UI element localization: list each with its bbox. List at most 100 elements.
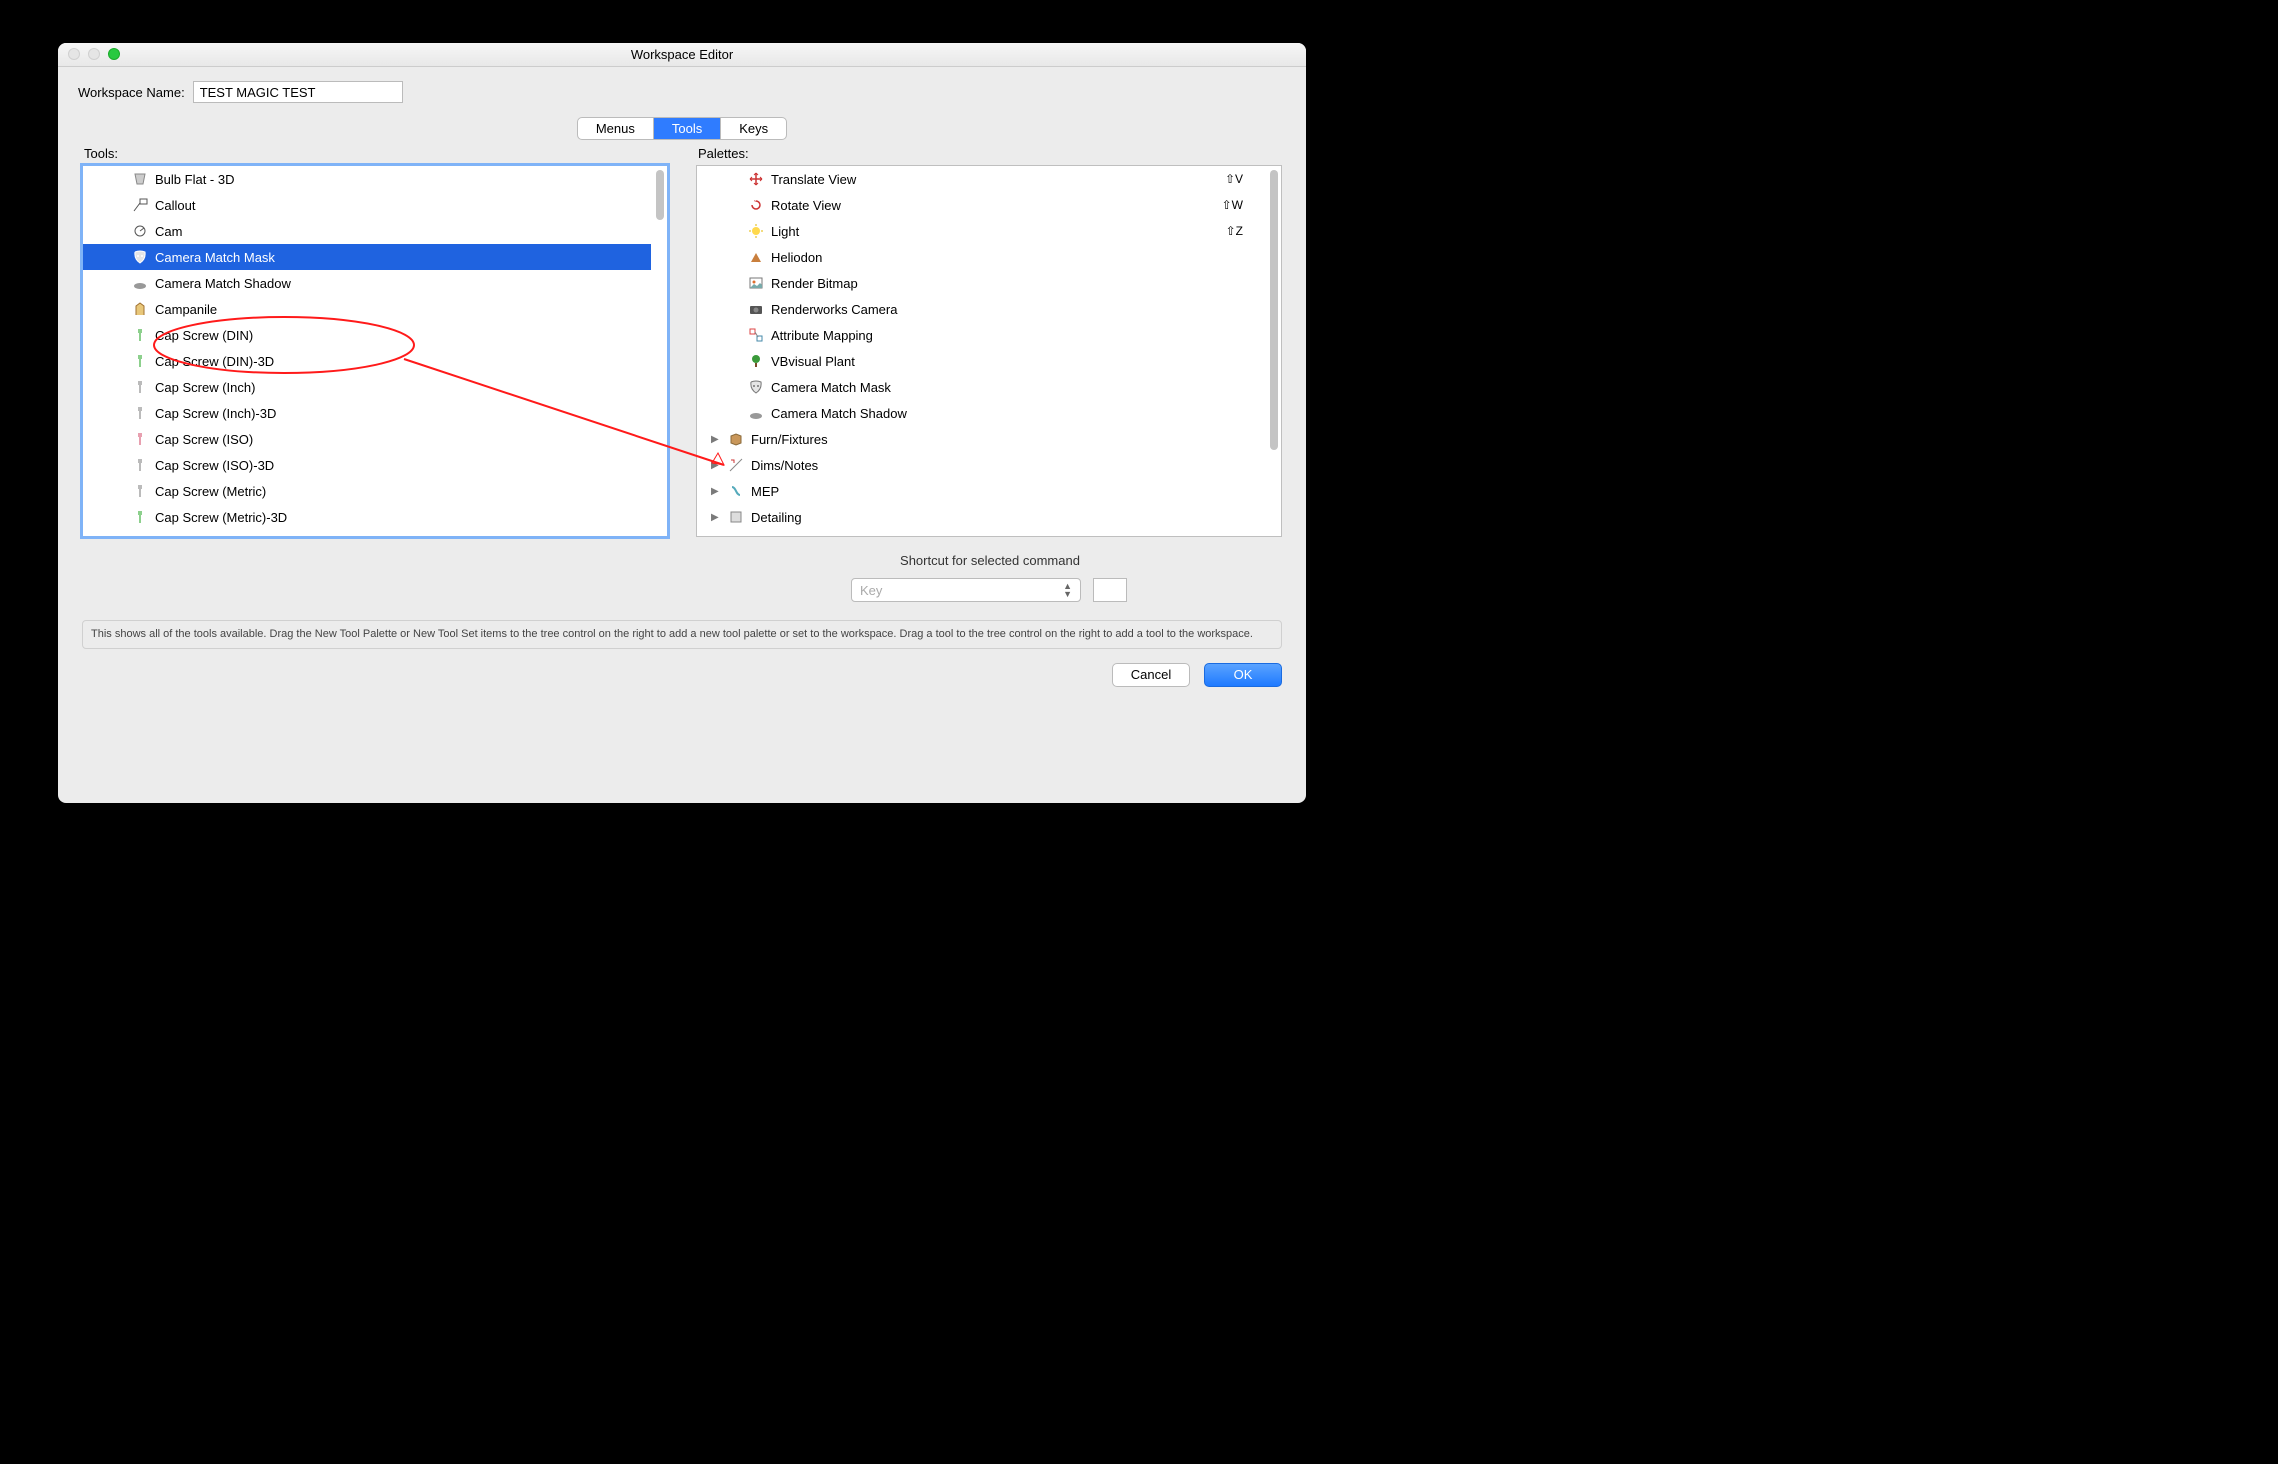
palettes-list[interactable]: Translate View⇧V Rotate View ⇧W Light⇧ZHeli… [696,165,1282,537]
light-icon [747,222,765,240]
disclosure-triangle-icon[interactable]: ▶ [711,486,723,497]
tools-item-label: Cap Screw (Metric) [155,484,266,499]
cancel-button[interactable]: Cancel [1112,663,1190,687]
tools-item-label: Cap Screw (DIN)-3D [155,354,274,369]
tools-item[interactable]: Cap Screw (ISO) [83,426,651,452]
detail-icon [727,508,745,526]
tools-item[interactable]: Callout [83,192,651,218]
workspace-name-input[interactable] [193,81,403,103]
palettes-item[interactable]: ▶ Furn/Fixtures [697,426,1265,452]
tools-item[interactable]: Bulb Flat - 3D [83,166,651,192]
tab-tools[interactable]: Tools [654,118,721,139]
palettes-item[interactable]: ▶ Dims/Notes [697,452,1265,478]
shortcut-key-select[interactable]: Key ▲▼ [851,578,1081,602]
tools-item-label: Cap Screw (Inch)-3D [155,406,276,421]
rotate-icon [747,196,765,214]
tools-scrollbar[interactable] [656,170,664,220]
palettes-item-label: VBvisual Plant [771,354,855,369]
box-icon [727,430,745,448]
plant-icon [747,352,765,370]
palettes-label: Palettes: [698,146,1282,161]
attrmap-icon [747,326,765,344]
callout-icon [131,196,149,214]
palettes-item[interactable]: Attribute Mapping [697,322,1265,348]
tools-item-label: Cap Screw (ISO)-3D [155,458,274,473]
tools-item[interactable]: Cap Screw (DIN) [83,322,651,348]
tools-item[interactable]: Campanile [83,296,651,322]
palettes-scrollbar[interactable] [1270,170,1278,450]
palettes-item[interactable]: ▶Detailing [697,504,1265,530]
shortcut-label: Shortcut for selected command [698,553,1282,568]
minimize-window-button[interactable] [88,48,100,60]
screw-p-icon [131,430,149,448]
palettes-item[interactable]: VBvisual Plant [697,348,1265,374]
palettes-item[interactable]: Light⇧Z [697,218,1265,244]
palettes-item-label: Translate View [771,172,856,187]
workspace-editor-window: Workspace Editor Workspace Name: Menus T… [58,43,1306,803]
screw-icon [131,456,149,474]
screw-icon [131,404,149,422]
zoom-window-button[interactable] [108,48,120,60]
shadow-icon [747,404,765,422]
bulb-icon [131,170,149,188]
tools-item[interactable]: Cam [83,218,651,244]
palettes-item[interactable]: Rotate View ⇧W [697,192,1265,218]
tools-label: Tools: [84,146,668,161]
tools-item[interactable]: Cap Screw (DIN)-3D [83,348,651,374]
tools-item-label: Cap Screw (DIN) [155,328,253,343]
palettes-item[interactable]: Render Bitmap [697,270,1265,296]
palettes-item[interactable]: Camera Match Shadow [697,400,1265,426]
section-tabs: Menus Tools Keys [577,117,787,140]
screw-icon [131,482,149,500]
palettes-item-label: Attribute Mapping [771,328,873,343]
tools-item-label: Cap Screw (Inch) [155,380,255,395]
tools-list[interactable]: Bulb Flat - 3D Callout Cam Camera Match Mas… [82,165,668,537]
tools-item-label: Bulb Flat - 3D [155,172,234,187]
palettes-item[interactable]: Translate View⇧V [697,166,1265,192]
palettes-item[interactable]: ▶ MEP [697,478,1265,504]
help-text: This shows all of the tools available. D… [82,620,1282,649]
mask-icon [747,378,765,396]
palettes-item-label: Dims/Notes [751,458,818,473]
disclosure-triangle-icon[interactable]: ▶ [711,512,723,523]
workspace-name-label: Workspace Name: [78,85,185,100]
palettes-item-label: Furn/Fixtures [751,432,828,447]
tools-item[interactable]: Cap Screw (Metric) [83,478,651,504]
palettes-item[interactable]: Renderworks Camera [697,296,1265,322]
disclosure-triangle-icon[interactable]: ▶ [711,434,723,445]
palettes-item-label: Camera Match Shadow [771,406,907,421]
screw-icon [131,378,149,396]
palettes-item-label: Fasteners [751,536,809,537]
window-title: Workspace Editor [631,47,733,62]
tools-item[interactable]: Cap Screw (ISO)-3D [83,452,651,478]
shortcut-text: ⇧Z [1226,224,1243,238]
cam-icon [131,222,149,240]
chevron-updown-icon: ▲▼ [1063,582,1072,598]
palettes-item[interactable]: ▶Fasteners [697,530,1265,536]
tools-item-label: Callout [155,198,195,213]
palettes-item-label: MEP [751,484,779,499]
tools-item[interactable]: Camera Match Mask [83,244,651,270]
shortcut-key-field[interactable] [1093,578,1127,602]
tools-item[interactable]: Cap Screw (Metric)-3D [83,504,651,530]
bitmap-icon [747,274,765,292]
tools-item[interactable]: Camera Match Shadow [83,270,651,296]
mask-icon [131,248,149,266]
palettes-item[interactable]: Camera Match Mask [697,374,1265,400]
tab-menus[interactable]: Menus [578,118,654,139]
disclosure-triangle-icon[interactable]: ▶ [711,460,723,471]
tools-item-label: Cap Screw (Metric)-3D [155,510,287,525]
shortcut-text: ⇧W [1222,198,1243,212]
tools-item-label: Camera Match Mask [155,250,275,265]
tools-item[interactable]: Cap Screw (Inch)-3D [83,400,651,426]
tools-item[interactable]: Cap Screw (Inch) [83,374,651,400]
close-window-button[interactable] [68,48,80,60]
trans-icon [747,170,765,188]
mep-icon [727,482,745,500]
screw-g-icon [131,352,149,370]
ok-button[interactable]: OK [1204,663,1282,687]
palettes-item[interactable]: Heliodon [697,244,1265,270]
palettes-item-label: Render Bitmap [771,276,858,291]
palettes-item-label: Rotate View [771,198,841,213]
tab-keys[interactable]: Keys [721,118,786,139]
